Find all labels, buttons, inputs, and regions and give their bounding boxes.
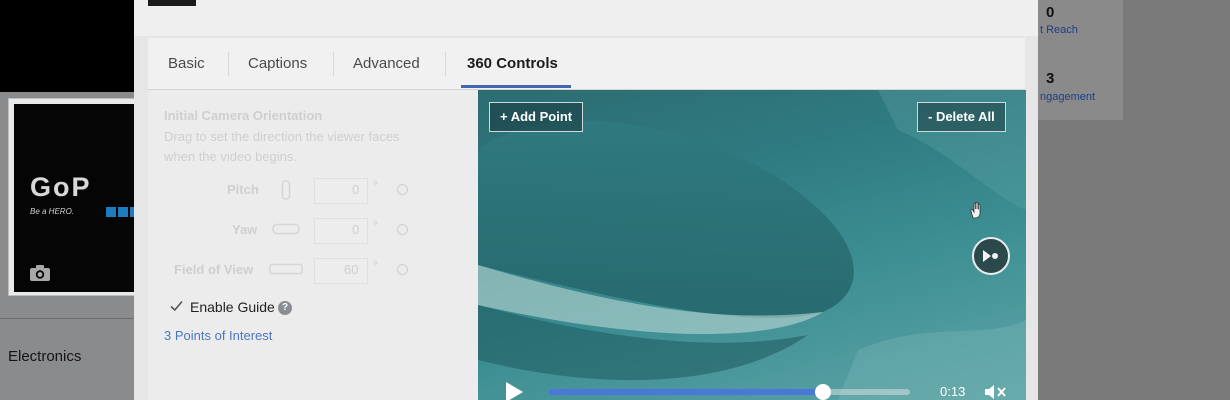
tab-basic[interactable]: Basic (168, 38, 205, 90)
reach-count: 0 (1046, 4, 1055, 21)
yaw-info-icon[interactable] (397, 224, 408, 235)
pitch-info-icon[interactable] (397, 184, 408, 195)
delete-all-button[interactable]: - Delete All (917, 102, 1006, 132)
enable-guide-checkbox[interactable] (170, 300, 183, 312)
yaw-icon (272, 223, 300, 235)
orientation-description: Drag to set the direction the viewer fac… (164, 129, 400, 144)
compass-icon[interactable] (972, 237, 1010, 275)
brand-logo: GoP (30, 172, 92, 202)
progress-handle[interactable] (815, 384, 832, 400)
pitch-label: Pitch (227, 182, 259, 197)
divider (0, 318, 140, 319)
engagement-count: 3 (1046, 70, 1055, 87)
add-point-button[interactable]: + Add Point (489, 102, 584, 132)
cover-photo (0, 0, 140, 92)
yaw-label: Yaw (232, 222, 258, 237)
tab-divider (445, 52, 446, 76)
tab-divider (228, 52, 229, 76)
tab-advanced[interactable]: Advanced (353, 38, 420, 90)
fov-icon (269, 263, 303, 275)
video-progress-bar[interactable] (548, 384, 910, 400)
engagement-label[interactable]: ngagement (1040, 91, 1120, 103)
fov-info-icon[interactable] (397, 264, 408, 275)
tab-360-controls[interactable]: 360 Controls (467, 38, 558, 90)
play-icon[interactable] (503, 381, 525, 400)
pitch-icon (281, 180, 291, 200)
orientation-title: Initial Camera Orientation (164, 108, 323, 123)
yaw-value: 0 (352, 222, 360, 237)
fov-unit: ° (373, 258, 379, 273)
camera-icon[interactable] (29, 264, 51, 282)
fov-label: Field of View (174, 262, 254, 277)
header-thumbnail (148, 0, 196, 6)
pitch-unit: ° (373, 178, 379, 193)
hand-icon (970, 201, 981, 219)
fov-input[interactable] (314, 258, 368, 284)
tab-divider (333, 52, 334, 76)
orientation-description-2: when the video begins. (164, 149, 297, 164)
video-preview[interactable] (478, 90, 1026, 400)
enable-guide-help-icon[interactable]: ? (278, 301, 292, 315)
profile-picture-frame: GoP Be a HERO. (8, 98, 139, 296)
brand-tagline: Be a HERO. (30, 207, 75, 216)
active-tab-indicator (461, 85, 571, 88)
progress-fill (548, 389, 824, 395)
dialog-header (134, 0, 1038, 36)
profile-picture: GoP Be a HERO. (14, 104, 139, 292)
tab-bar: Basic Captions Advanced 360 Controls (148, 38, 1025, 90)
tab-captions[interactable]: Captions (248, 38, 307, 90)
page-category: Electronics (8, 348, 82, 365)
enable-guide-label[interactable]: Enable Guide (190, 299, 275, 315)
mute-icon[interactable] (984, 383, 1008, 400)
pitch-input[interactable] (314, 178, 368, 204)
pitch-value: 0 (352, 182, 360, 197)
yaw-unit: ° (373, 218, 379, 233)
yaw-input[interactable] (314, 218, 368, 244)
fov-value: 60 (344, 262, 359, 277)
reach-label[interactable]: t Reach (1040, 24, 1120, 36)
shark-footage (478, 90, 1026, 400)
points-of-interest-link[interactable]: 3 Points of Interest (164, 328, 272, 343)
video-time: 0:13 (940, 384, 966, 399)
